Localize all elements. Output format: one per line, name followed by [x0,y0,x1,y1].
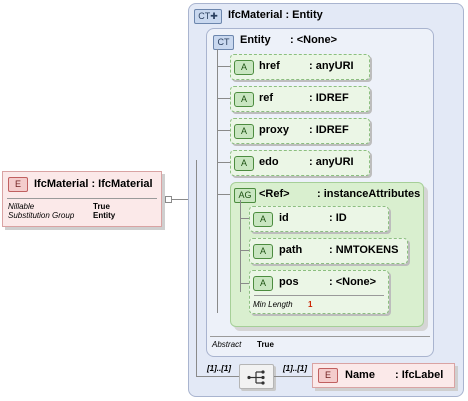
attribute-badge: A [234,156,254,171]
attribute-type: : <None> [329,276,377,288]
root-element-separator [7,198,157,199]
attribute-name: path [279,244,303,256]
attribute-badge: A [234,124,254,139]
attribute-id[interactable]: A id : ID [249,206,389,232]
sequence-icon [247,370,265,385]
attribute-group-name: <Ref> [259,188,290,200]
min-length-value: 1 [308,300,313,309]
tree-branch-ref [217,98,230,99]
attribute-name: edo [259,156,279,168]
tree-branch-group [217,194,230,195]
sequence-compositor[interactable] [239,364,274,389]
complex-type-title: IfcMaterial : Entity [228,9,323,21]
element-badge: E [318,368,338,383]
tree-branch-href [217,66,230,67]
sequence-branch [196,376,239,377]
complex-type-badge: CT✚ [194,9,222,24]
tree-branch-id [240,218,249,219]
attribute-tree-line [217,49,218,313]
expand-plus-icon: ✚ [210,11,218,21]
attribute-type: : IDREF [309,92,349,104]
abstract-label: Abstract [212,340,242,349]
attribute-group-badge: AG [234,188,256,203]
attribute-name: id [279,212,289,224]
tree-branch-proxy [217,130,230,131]
element-badge: E [8,177,28,192]
attribute-type: : IDREF [309,124,349,136]
root-connector-node [165,196,172,203]
attribute-type: : anyURI [309,60,354,72]
entity-type-badge: CT [213,35,234,50]
attribute-edo[interactable]: A edo : anyURI [230,150,370,176]
attribute-group-type: : instanceAttributes [317,188,421,200]
root-connector-line [172,199,188,200]
nillable-label: Nillable [8,202,35,211]
sequence-to-child-line [274,376,312,377]
attribute-name: pos [279,276,299,288]
attribute-type: : NMTOKENS [329,244,399,256]
attribute-badge: A [234,92,254,107]
attribute-name: href [259,60,280,72]
attribute-name: proxy [259,124,289,136]
child-element-name-label: Name [345,369,375,381]
child-element-type: : IfcLabel [395,369,444,381]
entity-type-name: Entity [240,34,271,46]
sequence-tree-line [196,160,197,376]
attribute-pos[interactable]: A pos : <None> Min Length 1 [249,270,389,314]
entity-separator [210,336,430,337]
substitution-group-label: Substitution Group [8,211,75,220]
abstract-value: True [257,340,274,349]
substitution-group-value: Entity [93,211,116,220]
root-element-title: IfcMaterial : IfcMaterial [34,178,153,190]
pos-separator [254,295,384,296]
attribute-type: : anyURI [309,156,354,168]
attribute-badge: A [253,276,273,291]
attribute-proxy[interactable]: A proxy : IDREF [230,118,370,144]
attribute-badge: A [253,212,273,227]
tree-branch-edo [217,162,230,163]
group-tree-line [240,200,241,292]
entity-type-type: : <None> [290,34,338,46]
attribute-badge: A [253,244,273,259]
child-element-name[interactable]: E Name : IfcLabel [312,363,455,388]
nillable-value: True [93,202,110,211]
min-length-label: Min Length [253,300,293,309]
tree-branch-path [240,250,249,251]
attribute-name: ref [259,92,274,104]
attribute-type: : ID [329,212,347,224]
sequence-left-multiplicity: [1]..[1] [207,364,231,373]
attribute-href[interactable]: A href : anyURI [230,54,370,80]
tree-branch-pos [240,283,249,284]
attribute-path[interactable]: A path : NMTOKENS [249,238,408,264]
attribute-ref[interactable]: A ref : IDREF [230,86,370,112]
sequence-right-multiplicity: [1]..[1] [283,364,307,373]
root-element-box[interactable]: E IfcMaterial : IfcMaterial Nillable Tru… [2,171,162,227]
attribute-badge: A [234,60,254,75]
